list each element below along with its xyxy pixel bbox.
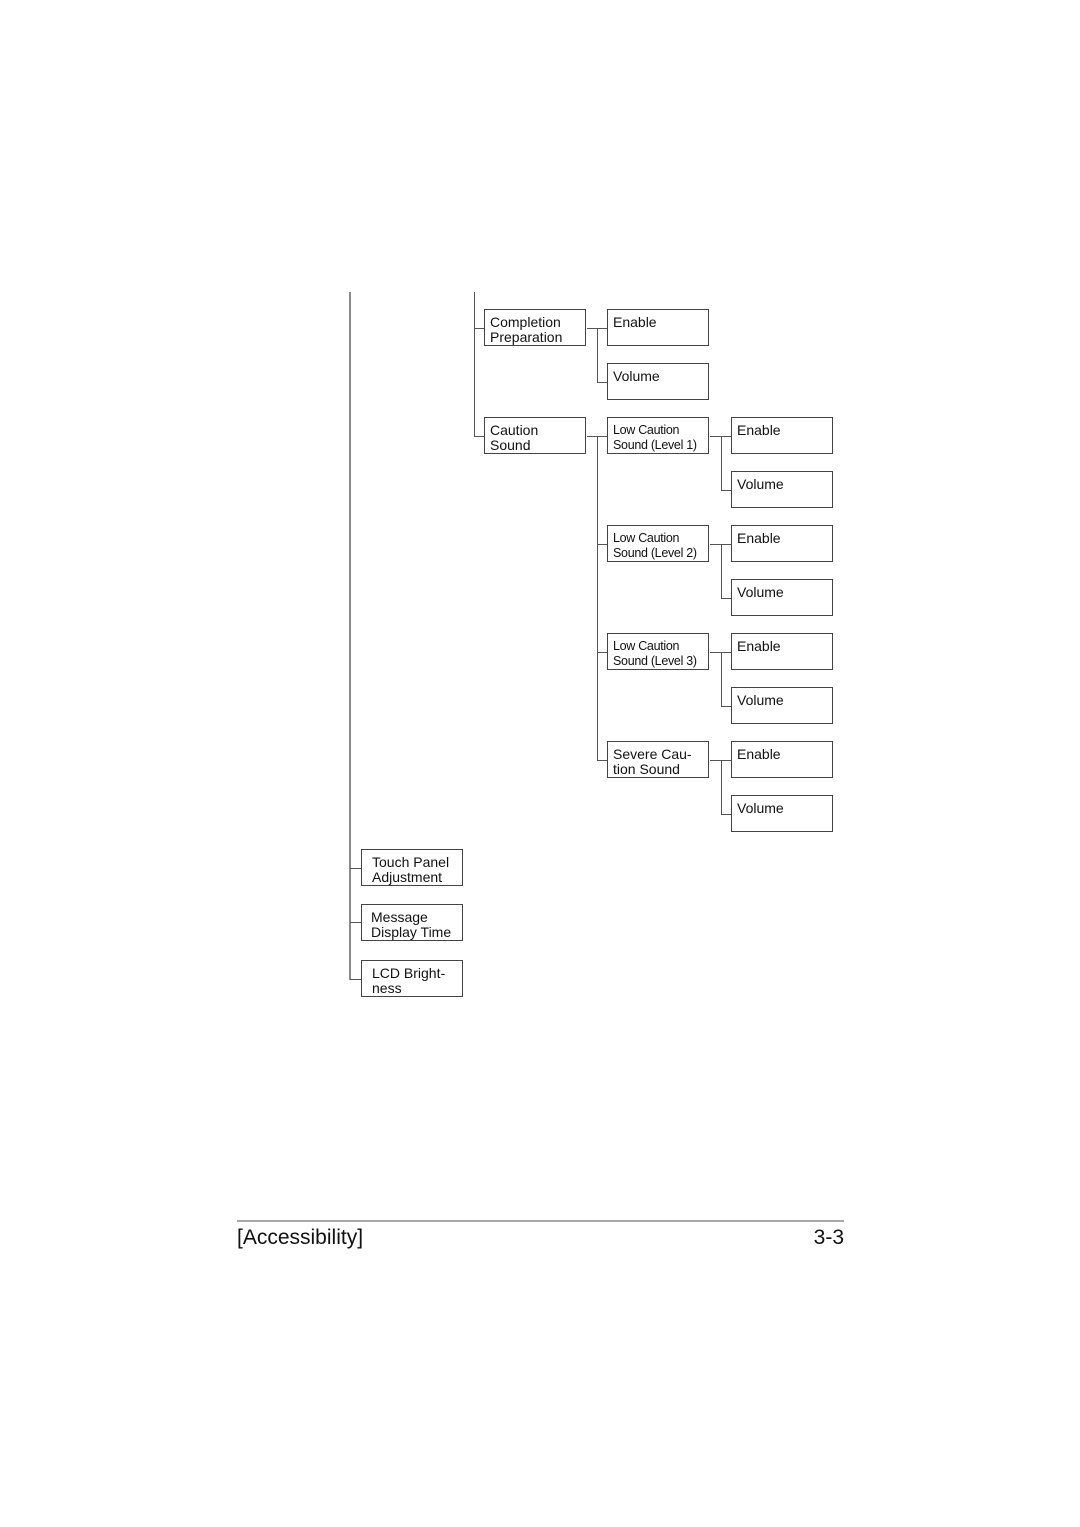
- connector: [721, 814, 731, 815]
- node-level1-volume: Volume: [731, 471, 833, 508]
- node-completion-enable: Enable: [607, 309, 709, 346]
- node-touch-panel-adjustment: Touch Panel Adjustment: [361, 849, 463, 886]
- node-message-display-time: Message Display Time: [361, 904, 463, 941]
- node-level3-enable: Enable: [731, 633, 833, 670]
- trunk-line-level1: [349, 292, 351, 980]
- node-caution-sound: Caution Sound: [484, 417, 586, 454]
- node-low-caution-level1: Low Caution Sound (Level 1): [607, 417, 709, 454]
- footer-section-title: [Accessibility]: [237, 1226, 364, 1249]
- node-completion-volume: Volume: [607, 363, 709, 400]
- node-level2-volume: Volume: [731, 579, 833, 616]
- node-severe-volume: Volume: [731, 795, 833, 832]
- connector: [350, 979, 361, 980]
- node-low-caution-level2: Low Caution Sound (Level 2): [607, 525, 709, 562]
- connector: [597, 544, 607, 545]
- connector: [721, 490, 731, 491]
- node-severe-caution-sound: Severe Cau- tion Sound: [607, 741, 709, 778]
- node-level3-volume: Volume: [731, 687, 833, 724]
- connector: [721, 436, 722, 490]
- connector: [474, 328, 484, 329]
- connector: [597, 328, 598, 382]
- connector: [721, 760, 722, 814]
- connector: [721, 598, 731, 599]
- connector: [721, 544, 722, 598]
- node-severe-enable: Enable: [731, 741, 833, 778]
- connector: [721, 652, 722, 706]
- connector: [350, 868, 361, 869]
- connector: [597, 652, 607, 653]
- node-low-caution-level3: Low Caution Sound (Level 3): [607, 633, 709, 670]
- trunk-line-level2: [474, 292, 475, 437]
- footer-rule: [237, 1220, 844, 1222]
- connector: [597, 382, 607, 383]
- connector: [721, 706, 731, 707]
- node-level2-enable: Enable: [731, 525, 833, 562]
- node-lcd-brightness: LCD Bright- ness: [361, 960, 463, 997]
- node-level1-enable: Enable: [731, 417, 833, 454]
- connector: [350, 922, 361, 923]
- node-completion-preparation: Completion Preparation: [484, 309, 586, 346]
- connector: [597, 760, 607, 761]
- footer-page-number: 3-3: [813, 1226, 844, 1249]
- connector: [474, 436, 484, 437]
- connector: [597, 436, 598, 761]
